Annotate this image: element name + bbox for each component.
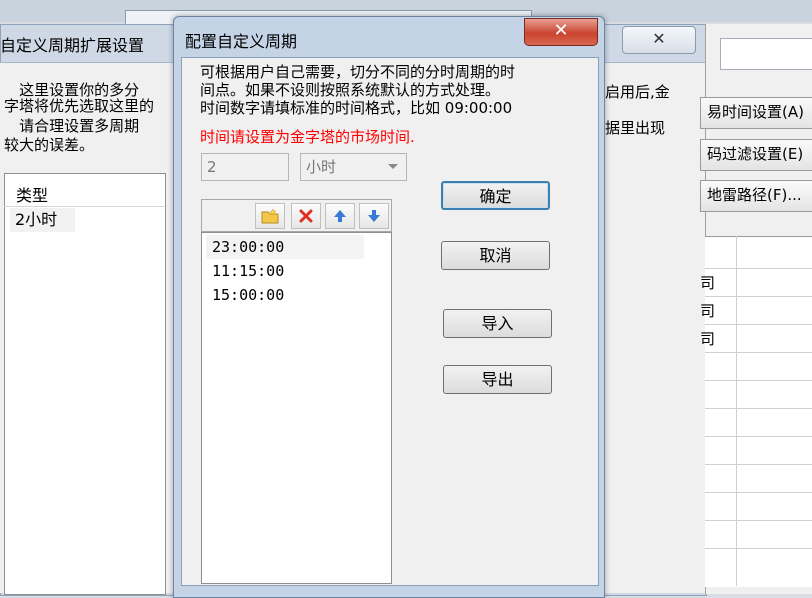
grid-line <box>705 296 812 297</box>
dialog-close-button[interactable]: ✕ <box>524 18 598 46</box>
dialog-title: 配置自定义周期 <box>185 32 298 51</box>
back-window-close-button[interactable]: ✕ <box>622 26 696 54</box>
import-button[interactable]: 导入 <box>443 309 552 338</box>
grid-cell: 司 <box>700 330 716 348</box>
code-filter-settings-button[interactable]: 码过滤设置(E) <box>700 139 812 171</box>
type-column-header[interactable]: 类型 <box>16 182 48 206</box>
dialog-description-line: 可根据用户自己需要，切分不同的分时周期的时 <box>200 63 516 81</box>
grid-line <box>705 548 812 549</box>
grid-line <box>705 520 812 521</box>
move-down-button[interactable] <box>359 203 389 229</box>
right-panel-field[interactable] <box>720 38 812 70</box>
time-list-item[interactable]: 23:00:00 <box>206 235 364 259</box>
back-paragraph-line: 较大的误差。 <box>4 136 95 154</box>
back-window-title: 自定义周期扩展设置 <box>0 36 145 55</box>
folder-icon <box>261 208 279 224</box>
ok-button[interactable]: 确定 <box>441 181 550 210</box>
grid-line <box>705 352 812 353</box>
grid-line <box>705 408 812 409</box>
chevron-down-icon <box>388 164 398 169</box>
period-value-input[interactable]: 2 <box>201 153 289 181</box>
grid-line <box>705 380 812 381</box>
dialog-description-line: 时间数字请填标准的时间格式，比如 09:00:00 <box>200 99 513 117</box>
delete-button[interactable] <box>291 203 321 229</box>
move-up-button[interactable] <box>325 203 355 229</box>
trade-time-settings-button[interactable]: 易时间设置(A) <box>700 97 812 129</box>
type-list[interactable] <box>4 173 166 595</box>
mine-path-button[interactable]: 地雷路径(F)... <box>700 180 812 212</box>
dialog-description-line: 间点。如果不设则按照系统默认的方式处理。 <box>200 81 501 99</box>
grid-cell: 司 <box>700 274 716 292</box>
new-folder-button[interactable] <box>255 203 285 229</box>
back-right-text: 据里出现 <box>605 119 666 137</box>
export-button[interactable]: 导出 <box>443 365 552 394</box>
arrow-up-icon <box>334 210 346 222</box>
type-list-item[interactable]: 2小时 <box>10 208 75 232</box>
time-list-item[interactable]: 15:00:00 <box>206 283 364 307</box>
delete-x-icon <box>299 209 313 223</box>
grid-line <box>705 436 812 437</box>
grid-line <box>705 464 812 465</box>
time-list-item[interactable]: 11:15:00 <box>206 259 364 283</box>
cancel-button[interactable]: 取消 <box>441 241 550 270</box>
right-grid <box>705 236 812 587</box>
grid-line <box>705 492 812 493</box>
grid-cell: 司 <box>700 302 716 320</box>
arrow-down-icon <box>368 210 380 222</box>
back-paragraph-line: 字塔将优先选取这里的 <box>4 97 155 115</box>
back-paragraph-line: 请合理设置多周期 <box>0 117 140 135</box>
back-right-text: 启用后,金 <box>605 83 670 101</box>
market-time-warning: 时间请设置为金字塔的市场时间. <box>200 128 415 146</box>
grid-line <box>705 268 812 269</box>
grid-line <box>705 324 812 325</box>
grid-line <box>736 236 737 586</box>
